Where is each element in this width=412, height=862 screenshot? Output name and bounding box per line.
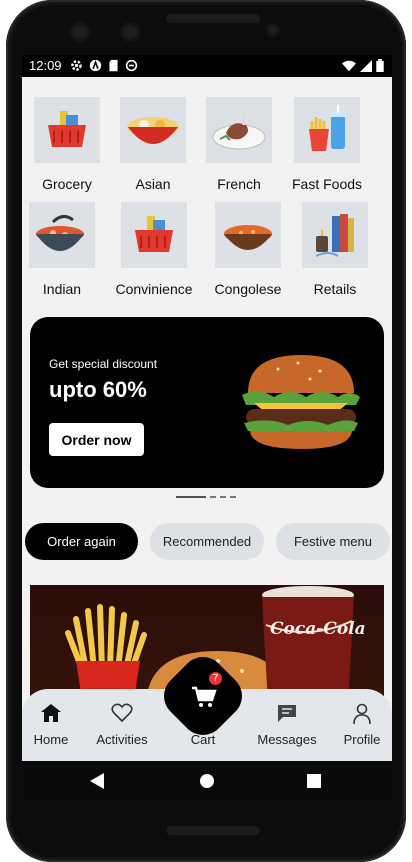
nav-cart-label: Cart — [190, 732, 216, 747]
category-asian[interactable]: Asian — [111, 97, 195, 192]
person-icon — [353, 703, 371, 725]
category-label: Indian — [42, 281, 82, 297]
app-screen: 12:09 Grocery Asian French Fast Foods In… — [22, 55, 392, 800]
earpiece-speaker — [166, 14, 260, 23]
pager-dot — [210, 496, 216, 498]
grocery-basket-icon — [121, 202, 187, 268]
category-label: Retails — [313, 281, 357, 297]
cola-brand-text: Coca-Cola — [270, 619, 366, 639]
category-label: Asian — [135, 176, 171, 192]
order-now-button[interactable]: Order now — [49, 423, 144, 456]
steak-plate-icon — [206, 97, 272, 163]
battery-icon — [376, 59, 384, 72]
cart-icon — [192, 686, 217, 707]
category-congolese[interactable]: Congolese — [206, 202, 290, 297]
rice-bowl-icon — [215, 202, 281, 268]
status-notification-icons — [70, 59, 138, 72]
category-indian[interactable]: Indian — [22, 202, 104, 297]
ramen-bowl-icon — [120, 97, 186, 163]
nav-activities-label: Activities — [96, 732, 148, 747]
nav-home-label: Home — [33, 732, 69, 747]
status-bar: 12:09 — [22, 55, 392, 77]
pager-dot — [220, 496, 226, 498]
signal-icon — [360, 59, 372, 72]
front-camera — [70, 22, 90, 42]
heart-icon — [111, 703, 133, 723]
recents-icon[interactable] — [307, 774, 321, 788]
curry-pot-icon — [29, 202, 95, 268]
nav-messages[interactable]: Messages — [249, 689, 325, 761]
message-icon — [278, 705, 296, 722]
pager-dot-active — [176, 496, 206, 498]
back-icon[interactable] — [90, 773, 104, 789]
category-label: French — [217, 176, 261, 192]
home-icon — [41, 704, 61, 722]
sd-card-icon — [109, 59, 118, 72]
nav-activities[interactable]: Activities — [84, 689, 160, 761]
fries-drink-icon — [294, 97, 360, 163]
chip-order-again[interactable]: Order again — [25, 523, 138, 560]
nav-profile-label: Profile — [343, 732, 381, 747]
cola-cup-image — [262, 586, 354, 705]
nav-messages-label: Messages — [257, 732, 317, 747]
system-navigation-bar — [22, 761, 392, 800]
sync-icon — [125, 59, 138, 72]
category-french[interactable]: French — [197, 97, 281, 192]
bottom-speaker — [166, 826, 260, 835]
books-candle-icon — [302, 202, 368, 268]
banner-subtitle: Get special discount — [49, 357, 158, 371]
category-label: Fast Foods — [291, 176, 363, 192]
nav-home[interactable]: Home — [22, 689, 89, 761]
front-sensor — [120, 22, 140, 42]
category-label: Convinience — [115, 281, 193, 297]
home-circle-icon[interactable] — [199, 773, 215, 789]
app-a-icon — [89, 59, 102, 72]
promo-banner[interactable]: Get special discount upto 60% Order now — [30, 317, 384, 488]
proximity-sensor — [266, 23, 280, 37]
burger-image — [242, 355, 360, 449]
chip-festive-menu[interactable]: Festive menu — [276, 523, 390, 560]
category-label: Grocery — [42, 176, 92, 192]
category-convinience[interactable]: Convinience — [112, 202, 196, 297]
category-label: Congolese — [214, 281, 282, 297]
status-time: 12:09 — [29, 58, 62, 73]
banner-pager — [176, 496, 236, 498]
grocery-basket-icon — [34, 97, 100, 163]
settings-icon — [71, 60, 82, 71]
chip-recommended[interactable]: Recommended — [150, 523, 264, 560]
category-grocery[interactable]: Grocery — [25, 97, 109, 192]
cart-count-badge: 7 — [209, 672, 222, 685]
nav-profile[interactable]: Profile — [324, 689, 392, 761]
status-system-icons — [342, 59, 384, 72]
category-retails[interactable]: Retails — [293, 202, 377, 297]
banner-headline: upto 60% — [49, 377, 147, 402]
pager-dot — [230, 496, 236, 498]
wifi-icon — [342, 60, 356, 71]
category-fast-foods[interactable]: Fast Foods — [285, 97, 369, 192]
